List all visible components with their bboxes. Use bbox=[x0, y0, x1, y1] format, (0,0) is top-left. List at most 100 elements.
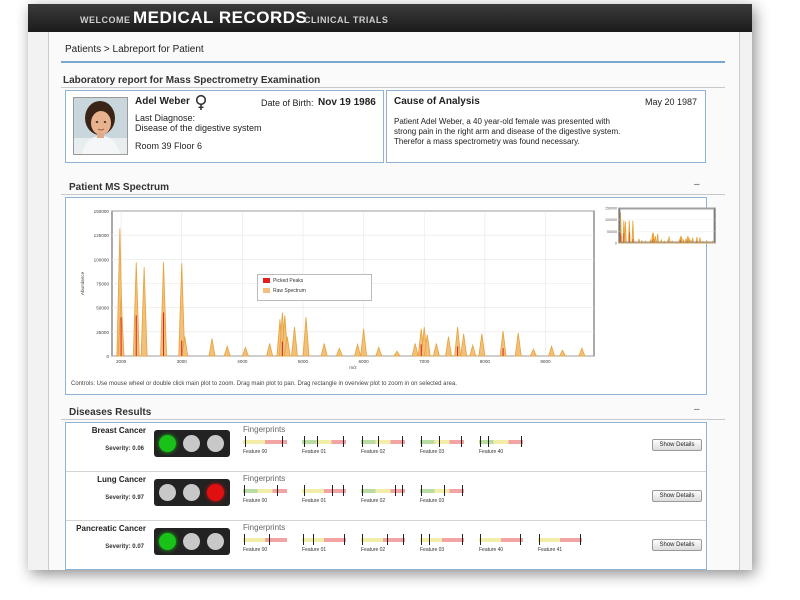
last-diagnose-label: Last Diagnose: bbox=[135, 113, 196, 123]
spectrum-collapse-button[interactable]: – bbox=[694, 179, 700, 190]
show-details-button[interactable]: Show Details bbox=[652, 539, 702, 551]
fingerprint-marker bbox=[304, 485, 305, 496]
fingerprint-feature[interactable]: Feature 00 bbox=[243, 485, 289, 507]
diseases-title: Diseases Results bbox=[69, 407, 152, 418]
fingerprint-feature[interactable]: Feature 03 bbox=[420, 534, 466, 556]
fingerprint-bar bbox=[243, 440, 287, 444]
last-diagnose-value: Disease of the digestive system bbox=[135, 123, 262, 133]
legend-swatch-picked bbox=[263, 278, 270, 284]
disease-row: Pancreatic Cancer Severity: 0.07 Fingerpri… bbox=[66, 521, 706, 569]
feature-label: Feature 02 bbox=[361, 547, 386, 553]
diseases-panel: Breast Cancer Severity: 0.06 Fingerprints F… bbox=[65, 422, 707, 570]
y-tick-label: 50000 bbox=[96, 306, 109, 311]
overview-y-tick-label: 0 bbox=[615, 242, 617, 246]
fingerprint-marker bbox=[245, 436, 246, 447]
x-tick-label: 7000 bbox=[419, 359, 430, 364]
fingerprint-marker bbox=[462, 485, 463, 496]
feature-label: Feature 02 bbox=[361, 449, 386, 455]
disease-severity: Severity: 0.06 bbox=[105, 446, 144, 452]
fingerprint-marker bbox=[344, 534, 345, 545]
fingerprint-marker bbox=[362, 485, 363, 496]
fingerprint-bar bbox=[302, 538, 346, 542]
fingerprint-feature[interactable]: Feature 02 bbox=[361, 485, 407, 507]
cause-title: Cause of Analysis bbox=[394, 96, 480, 107]
fingerprint-bar bbox=[361, 489, 405, 493]
fingerprint-marker bbox=[277, 485, 278, 496]
breadcrumb[interactable]: Patients > Labreport for Patient bbox=[65, 44, 204, 55]
main-content: Patients > Labreport for Patient Laborat… bbox=[48, 32, 740, 570]
nav-welcome[interactable]: WELCOME bbox=[80, 6, 131, 34]
patient-name: Adel Weber bbox=[135, 96, 190, 107]
fingerprint-marker bbox=[480, 436, 481, 447]
traffic-light-off bbox=[183, 533, 200, 550]
disease-name: Lung Cancer bbox=[97, 475, 146, 484]
traffic-light-red bbox=[207, 484, 224, 501]
dob-label: Date of Birth: bbox=[261, 98, 314, 108]
fingerprint-marker bbox=[480, 534, 481, 545]
fingerprint-marker bbox=[402, 436, 403, 447]
female-icon bbox=[195, 94, 207, 110]
fingerprint-feature[interactable]: Feature 00 bbox=[243, 534, 289, 556]
legend-item-picked: Picked Peaks bbox=[263, 278, 303, 284]
traffic-light-off bbox=[183, 484, 200, 501]
fingerprint-marker bbox=[343, 485, 344, 496]
traffic-light-indicator bbox=[154, 430, 230, 457]
feature-label: Feature 41 bbox=[538, 547, 563, 553]
feature-label: Feature 03 bbox=[420, 449, 445, 455]
fingerprint-marker bbox=[387, 534, 388, 545]
spectrum-overview-plot[interactable]: 0 50000 100000 150000 bbox=[598, 206, 716, 258]
spectrum-divider bbox=[61, 194, 725, 195]
patient-photo bbox=[73, 97, 128, 155]
fingerprint-feature[interactable]: Feature 02 bbox=[361, 534, 407, 556]
traffic-light-indicator bbox=[154, 479, 230, 506]
feature-label: Feature 01 bbox=[302, 547, 327, 553]
fingerprint-feature[interactable]: Feature 03 bbox=[420, 485, 466, 507]
nav-clinical-trials[interactable]: CLINICAL TRIALS bbox=[304, 6, 388, 34]
fingerprint-feature[interactable]: Feature 00 bbox=[243, 436, 289, 458]
spectrum-legend: Picked Peaks Raw Spectrum bbox=[257, 274, 372, 301]
fingerprint-feature[interactable]: Feature 01 bbox=[302, 534, 348, 556]
fingerprints-label: Fingerprints bbox=[243, 425, 286, 434]
traffic-light-green bbox=[159, 435, 176, 452]
fingerprint-bar bbox=[361, 538, 405, 542]
fingerprint-feature[interactable]: Feature 40 bbox=[479, 534, 525, 556]
cause-date: May 20 1987 bbox=[644, 97, 697, 107]
fingerprint-bar bbox=[361, 440, 405, 444]
fingerprint-feature[interactable]: Feature 41 bbox=[538, 534, 584, 556]
fingerprints-label: Fingerprints bbox=[243, 474, 286, 483]
fingerprint-feature[interactable]: Feature 01 bbox=[302, 436, 348, 458]
fingerprint-marker bbox=[378, 436, 379, 447]
fingerprint-marker bbox=[421, 436, 422, 447]
fingerprint-bar bbox=[302, 440, 346, 444]
fingerprint-feature[interactable]: Feature 02 bbox=[361, 436, 407, 458]
show-details-button[interactable]: Show Details bbox=[652, 439, 702, 451]
nav-medical-records[interactable]: MEDICAL RECORDS bbox=[133, 4, 307, 32]
feature-label: Feature 03 bbox=[420, 547, 445, 553]
fingerprints-label: Fingerprints bbox=[243, 523, 286, 532]
traffic-light-off bbox=[207, 435, 224, 452]
fingerprint-bar bbox=[302, 489, 346, 493]
disease-name: Breast Cancer bbox=[91, 426, 146, 435]
fingerprint-feature[interactable]: Feature 40 bbox=[479, 436, 525, 458]
report-divider bbox=[61, 87, 725, 88]
fingerprint-marker bbox=[313, 534, 314, 545]
fingerprint-feature[interactable]: Feature 01 bbox=[302, 485, 348, 507]
fingerprint-marker bbox=[520, 534, 521, 545]
breadcrumb-divider bbox=[61, 61, 725, 63]
fingerprint-marker bbox=[362, 534, 363, 545]
show-details-button[interactable]: Show Details bbox=[652, 490, 702, 502]
fingerprint-marker bbox=[402, 485, 403, 496]
diseases-divider bbox=[61, 419, 725, 420]
fingerprint-marker bbox=[304, 436, 305, 447]
fingerprint-feature[interactable]: Feature 03 bbox=[420, 436, 466, 458]
feature-label: Feature 00 bbox=[243, 449, 268, 455]
fingerprint-bar bbox=[243, 489, 287, 493]
overview-y-tick-label: 50000 bbox=[607, 230, 617, 234]
diseases-collapse-button[interactable]: – bbox=[694, 404, 700, 415]
disease-severity: Severity: 0.97 bbox=[105, 495, 144, 501]
feature-label: Feature 01 bbox=[302, 498, 327, 504]
fingerprint-marker bbox=[462, 534, 463, 545]
x-tick-label: 4000 bbox=[237, 359, 248, 364]
fingerprint-marker bbox=[244, 534, 245, 545]
plot-controls-note: Controls: Use mouse wheel or double clic… bbox=[71, 381, 457, 387]
